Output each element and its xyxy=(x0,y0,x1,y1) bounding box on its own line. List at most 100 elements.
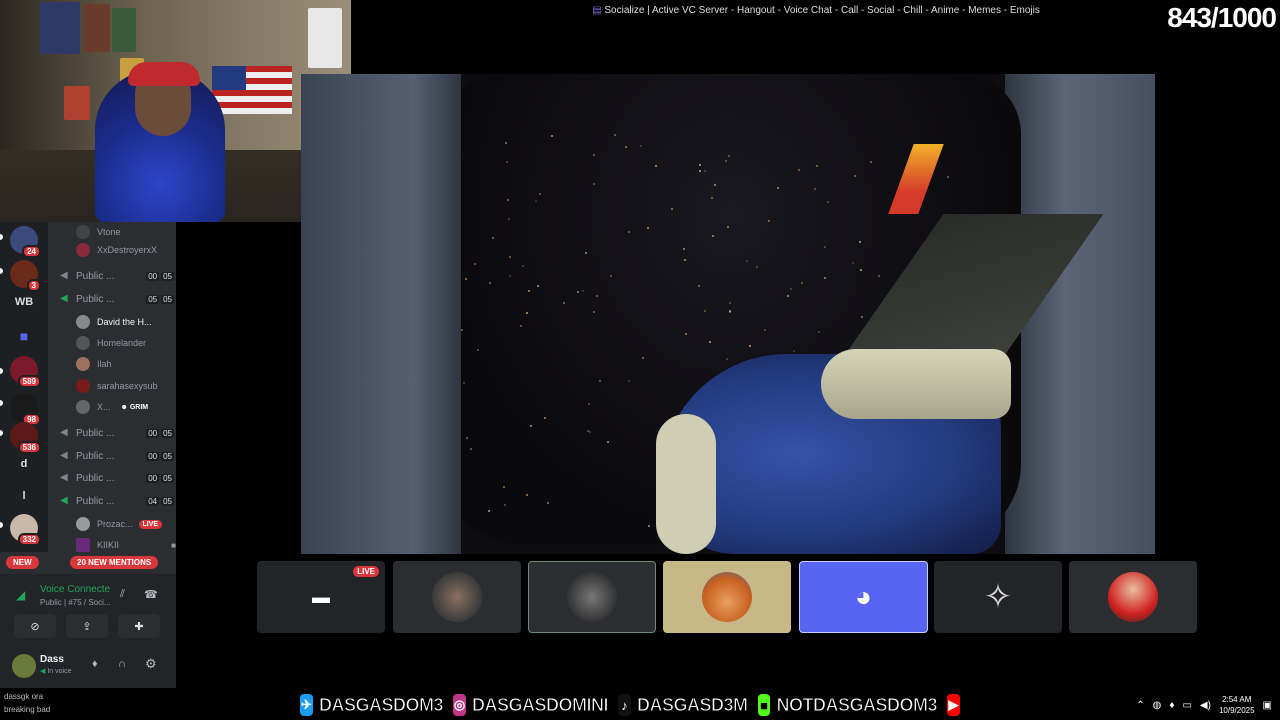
microphone-icon[interactable]: ♦ xyxy=(92,658,98,670)
clock-time: 2:54 AM xyxy=(1222,695,1252,704)
share-screen-icon: ⇪ xyxy=(82,620,92,633)
city-light xyxy=(587,402,590,405)
noise-suppression-icon[interactable]: ⫽ xyxy=(120,588,125,601)
city-light xyxy=(505,161,508,164)
participant-tile-discord[interactable]: ◕ xyxy=(799,561,928,633)
voice-channel[interactable]: ◀ Public ... 04 05 xyxy=(48,491,176,511)
settings-gear-icon[interactable]: ⚙ xyxy=(145,656,157,672)
city-light xyxy=(628,380,631,383)
participant-tile-speaking[interactable] xyxy=(528,561,656,633)
city-light xyxy=(526,311,529,314)
chat-overlay: dassgk ora breaking bad xyxy=(0,690,300,720)
voice-status[interactable]: Voice Connecte xyxy=(40,584,112,595)
avatar xyxy=(76,379,90,393)
voice-channel[interactable]: ◀ Public ... 00 05 xyxy=(48,423,176,443)
server-icon[interactable]: 536 xyxy=(10,422,41,454)
folder-icon[interactable]: ■ xyxy=(10,322,38,350)
city-light xyxy=(544,416,547,419)
notification-icon[interactable]: ▣ xyxy=(1263,700,1272,711)
headphones-icon[interactable]: ∩ xyxy=(118,658,126,670)
city-light xyxy=(586,429,589,432)
user-count: 05 xyxy=(146,294,160,304)
voice-dot-icon: ◀ xyxy=(40,668,46,675)
voice-channel[interactable]: ◀ Public ... 00 05 xyxy=(48,446,176,466)
voice-member[interactable]: Vtone xyxy=(76,222,121,242)
voice-member[interactable]: sarahasexysub xyxy=(76,376,158,396)
network-icon[interactable]: ◍ xyxy=(1153,700,1162,711)
voice-channel-label[interactable]: Public | #75 / Soci... xyxy=(40,598,110,607)
voice-member[interactable]: Ilah xyxy=(76,354,112,374)
participant-tile[interactable]: ✧ xyxy=(934,561,1062,633)
server-icon[interactable]: d xyxy=(10,450,38,478)
camera-icon: ■ xyxy=(171,540,176,550)
voice-channel[interactable]: ◀ Public ... 05 05 xyxy=(48,289,176,309)
city-light xyxy=(726,225,729,228)
city-light xyxy=(704,170,707,173)
city-light xyxy=(878,274,881,277)
city-light xyxy=(547,502,550,505)
new-badge[interactable]: NEW xyxy=(6,556,39,569)
server-icon[interactable]: 98 xyxy=(10,394,41,426)
voice-channel[interactable]: ◀ Public ... 00 05 xyxy=(48,468,176,488)
camera-off-button[interactable]: ⊘ xyxy=(14,614,56,638)
city-light xyxy=(729,301,732,304)
speaker-icon: ◀ xyxy=(60,450,68,461)
channel-name: Public ... xyxy=(76,427,115,439)
city-light xyxy=(710,196,713,199)
avatar xyxy=(1108,572,1158,622)
participant-tile[interactable] xyxy=(1069,561,1197,633)
voice-member[interactable]: X... ☻ GRIM xyxy=(76,397,148,417)
user-limit: 05 xyxy=(161,473,174,483)
city-light xyxy=(683,258,686,261)
city-light xyxy=(859,240,862,243)
city-light xyxy=(823,246,826,249)
member-name: Prozac... xyxy=(97,519,133,529)
guild-tag: ☻ GRIM xyxy=(120,403,149,411)
channel-name: Public ... xyxy=(76,270,115,282)
member-name: Ilah xyxy=(97,359,112,369)
system-tray: ⌃ ◍ ♦ ▭ ◀) 2:54 AM 10/9/2025 ▣ xyxy=(1102,690,1280,720)
volume-icon[interactable]: ◀) xyxy=(1200,700,1211,711)
display-icon[interactable]: ▭ xyxy=(1182,700,1191,711)
microphone-icon[interactable]: ♦ xyxy=(1169,700,1174,711)
avatar[interactable] xyxy=(12,654,36,678)
city-light xyxy=(699,169,702,172)
server-icon[interactable]: 3 xyxy=(10,260,41,292)
participant-tile[interactable] xyxy=(393,561,521,633)
city-light xyxy=(801,282,804,285)
server-icon[interactable]: l xyxy=(10,482,38,510)
unread-pip xyxy=(0,268,3,274)
voice-member[interactable]: Prozac... LIVE xyxy=(76,514,163,534)
city-light xyxy=(786,294,789,297)
voice-channel[interactable]: ◀ Public ... 00 05 xyxy=(48,266,176,286)
voice-member[interactable]: XxDestroyerxX xyxy=(76,240,157,260)
unread-badges: NEW 20 NEW MENTIONS xyxy=(0,552,176,574)
twitter-icon: ✈ xyxy=(300,694,313,716)
server-icon[interactable]: 332 xyxy=(10,514,41,546)
kick-icon: ■ xyxy=(757,694,771,716)
chevron-up-icon[interactable]: ⌃ xyxy=(1136,700,1144,711)
disconnect-icon[interactable]: ☎ xyxy=(144,588,158,601)
city-light xyxy=(551,135,554,138)
voice-member[interactable]: Homelander xyxy=(76,333,146,353)
participant-tile-screenshare[interactable]: LIVE ▬ xyxy=(257,561,385,633)
instagram-handle: DASGASDOMINI xyxy=(471,694,609,715)
server-icon[interactable]: WB xyxy=(10,288,38,316)
participant-tile[interactable] xyxy=(663,561,791,633)
city-light xyxy=(509,275,512,278)
voice-member[interactable]: David the H... xyxy=(76,312,152,332)
city-light xyxy=(671,207,674,210)
share-screen-button[interactable]: ⇪ xyxy=(66,614,108,638)
avatar xyxy=(76,336,90,350)
live-badge: LIVE xyxy=(353,566,379,577)
system-clock[interactable]: 2:54 AM 10/9/2025 xyxy=(1219,694,1255,716)
server-icon[interactable]: 24 xyxy=(10,226,41,258)
avatar xyxy=(76,357,90,371)
mentions-badge[interactable]: 20 NEW MENTIONS xyxy=(70,556,159,569)
stream-view[interactable] xyxy=(301,74,1155,554)
activity-button[interactable]: ✚ xyxy=(118,614,160,638)
server-icon[interactable]: 589 xyxy=(10,356,41,388)
channel-name: Public ... xyxy=(76,472,115,484)
gamepad-icon: ✚ xyxy=(134,620,144,633)
city-light xyxy=(465,436,468,439)
